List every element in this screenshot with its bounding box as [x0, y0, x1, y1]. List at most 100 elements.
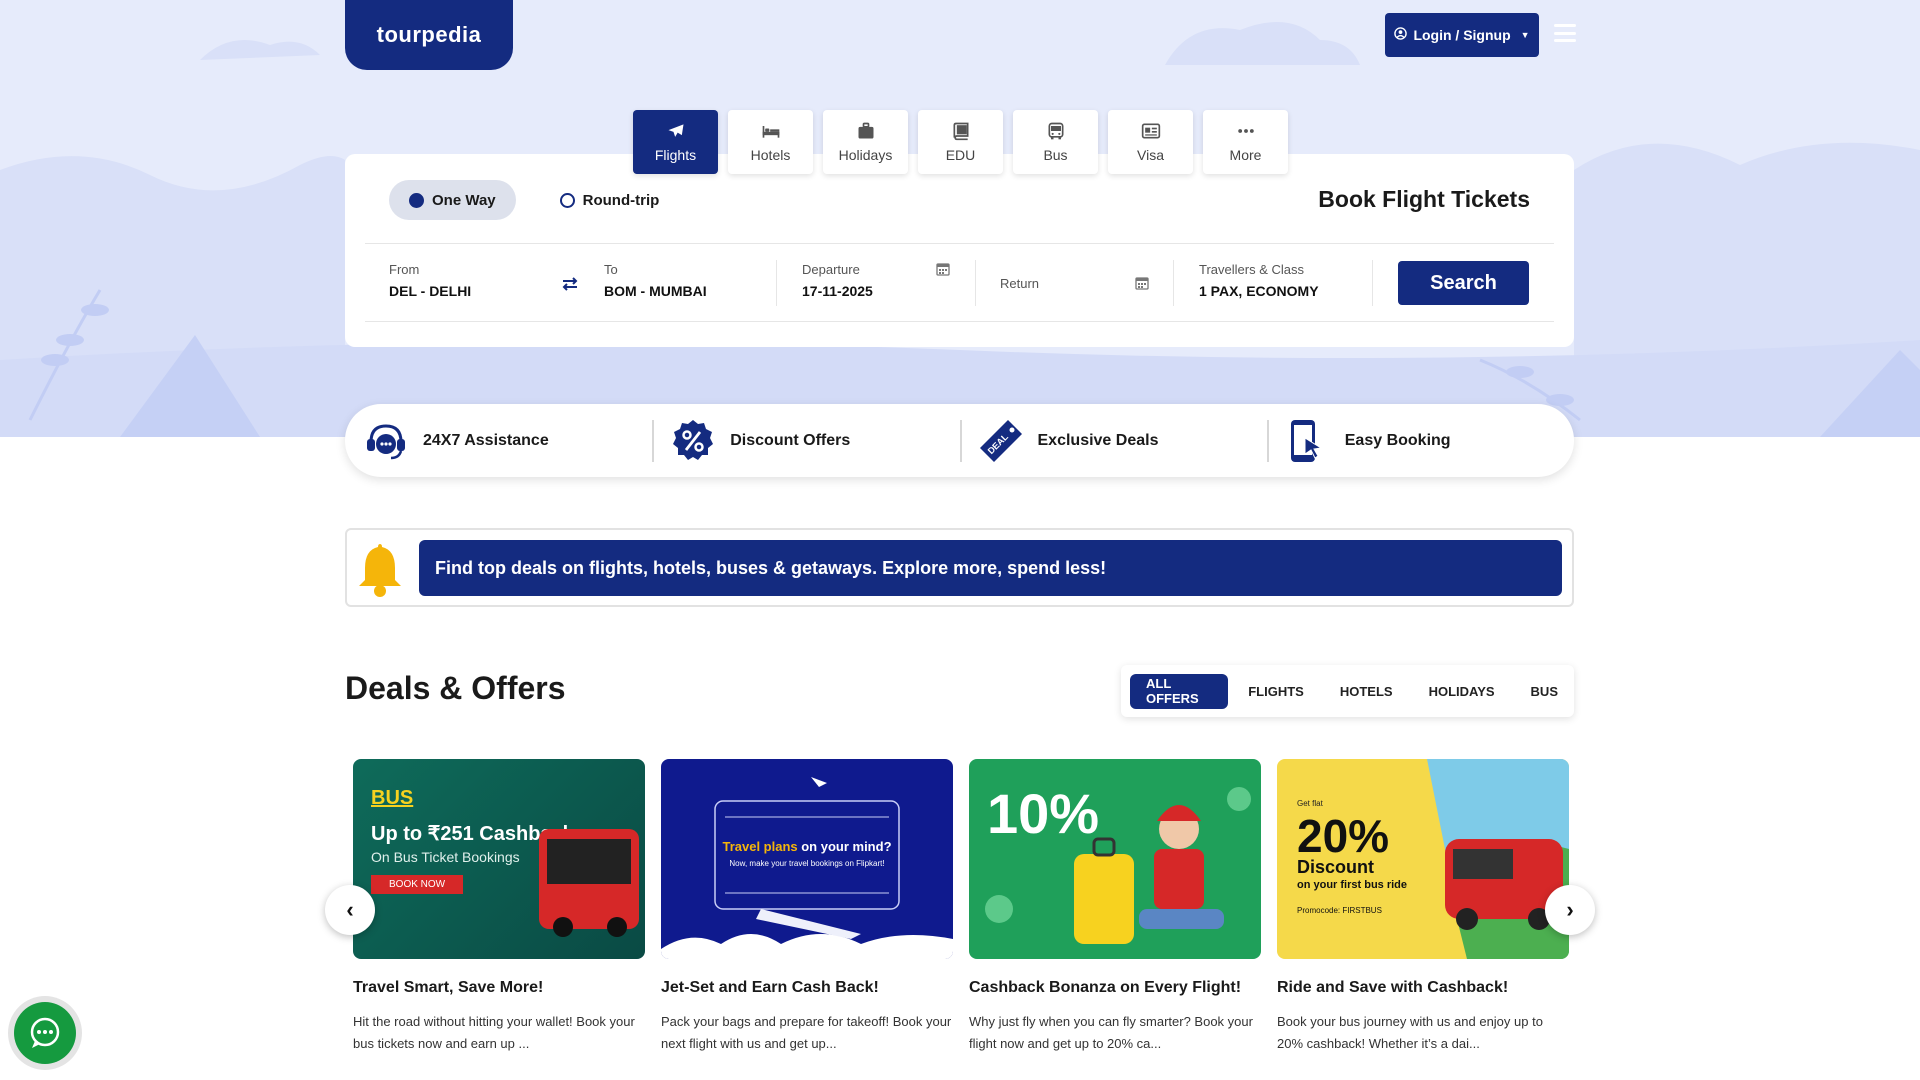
calendar-icon — [1135, 277, 1149, 290]
filter-hotels[interactable]: HOTELS — [1324, 674, 1409, 709]
deal-title: Ride and Save with Cashback! — [1277, 979, 1509, 996]
id-card-icon — [1141, 123, 1160, 139]
tab-visa[interactable]: Visa — [1108, 110, 1193, 174]
deal-banner-bus-cashback: BUS Up to ₹251 Cashback On Bus Ticket Bo… — [353, 759, 645, 959]
deal-title: Travel Smart, Save More! — [353, 979, 544, 996]
field-separator — [1372, 260, 1373, 306]
feature-easy-booking: Easy Booking — [1266, 404, 1574, 477]
bell-icon — [359, 544, 401, 597]
book-icon — [953, 122, 968, 141]
filter-holidays[interactable]: HOLIDAYS — [1413, 674, 1511, 709]
tab-hotels[interactable]: Hotels — [728, 110, 813, 174]
tab-label: More — [1229, 147, 1262, 163]
field-separator — [975, 260, 976, 306]
features-strip: 24X7 Assistance Discount Offers DEAL Exc… — [345, 404, 1574, 477]
tab-holidays[interactable]: Holidays — [823, 110, 908, 174]
trip-label: Round-trip — [582, 191, 660, 209]
tab-label: EDU — [945, 147, 976, 163]
chat-support-button[interactable] — [8, 996, 82, 1070]
feature-discount: Discount Offers — [652, 404, 959, 477]
from-label: From — [389, 262, 420, 277]
deal-filters: ALL OFFERS FLIGHTS HOTELS HOLIDAYS BUS — [1121, 665, 1574, 717]
more-dots-icon — [1237, 129, 1254, 133]
discount-badge-icon — [673, 419, 714, 460]
tab-more[interactable]: More — [1203, 110, 1288, 174]
deal-description: Pack your bags and prepare for takeoff! … — [661, 1014, 952, 1051]
deal-card[interactable]: Get flat 20% Discount on your first bus … — [1277, 759, 1569, 1055]
from-field[interactable]: From DEL - DELHI — [389, 254, 549, 310]
tab-label: Visa — [1137, 147, 1164, 163]
red-bus-icon — [539, 829, 639, 937]
phone-tap-icon — [1290, 419, 1323, 462]
traveller-luggage-graphic — [985, 787, 1251, 944]
deal-description: Why just fly when you can fly smarter? B… — [969, 1014, 1253, 1051]
departure-label: Departure — [802, 262, 860, 277]
banner-sub: on your first bus ride — [1297, 879, 1408, 891]
one-way-radio[interactable]: One Way — [389, 180, 516, 220]
feature-label: 24X7 Assistance — [423, 431, 549, 449]
plane-icon — [668, 124, 683, 137]
deal-title: Jet-Set and Earn Cash Back! — [661, 979, 879, 996]
deal-description: Hit the road without hitting your wallet… — [353, 1014, 635, 1051]
banner-pre: Get flat — [1297, 799, 1323, 808]
feature-label: Easy Booking — [1344, 431, 1451, 449]
support-agent-icon — [367, 423, 405, 459]
to-field[interactable]: To BOM - MUMBAI — [604, 254, 774, 310]
flight-search-card: One Way Round-trip Book Flight Tickets F… — [345, 154, 1574, 347]
radio-checked-icon — [409, 192, 424, 208]
search-card-title: Book Flight Tickets — [1318, 186, 1530, 212]
round-trip-radio[interactable]: Round-trip — [540, 180, 680, 220]
banner-sub: On Bus Ticket Bookings — [371, 849, 520, 865]
hamburger-menu-icon[interactable] — [1554, 24, 1576, 42]
chat-bubble-icon — [30, 1017, 60, 1048]
travellers-label: Travellers & Class — [1199, 262, 1304, 277]
brand-logo[interactable]: tourpedia — [345, 0, 513, 70]
field-separator — [776, 260, 777, 306]
login-label: Login / Signup — [1413, 27, 1511, 43]
banner-headline-b: on your mind? — [797, 839, 892, 854]
deal-card[interactable]: BUS Up to ₹251 Cashback On Bus Ticket Bo… — [353, 759, 645, 1055]
deals-title: Deals & Offers — [345, 670, 566, 706]
filter-bus[interactable]: BUS — [1515, 674, 1574, 709]
filter-all-offers[interactable]: ALL OFFERS — [1130, 673, 1229, 709]
to-value: BOM - MUMBAI — [604, 283, 707, 299]
tab-label: Flights — [654, 147, 697, 163]
from-value: DEL - DELHI — [389, 283, 472, 299]
notice-text: Find top deals on flights, hotels, buses… — [419, 540, 1562, 596]
user-circle-icon — [1394, 27, 1408, 43]
deal-tag-icon: DEAL — [979, 419, 1022, 462]
tab-bus[interactable]: Bus — [1013, 110, 1098, 174]
deal-banner-flight-cashback: Travel plans on your mind? Now, make you… — [661, 759, 953, 959]
swap-arrows-icon[interactable] — [561, 276, 579, 292]
tab-edu[interactable]: EDU — [918, 110, 1003, 174]
return-field[interactable]: Return — [1000, 260, 1150, 316]
bus-icon — [1048, 122, 1063, 140]
deal-card[interactable]: Travel plans on your mind? Now, make you… — [661, 759, 953, 1055]
deal-banner-flight-10-percent: 10% — [969, 759, 1261, 959]
tab-flights[interactable]: Flights — [633, 110, 718, 174]
departure-field[interactable]: Departure 17-11-2025 — [802, 254, 952, 310]
carousel-prev-button[interactable]: ‹ — [325, 885, 375, 935]
search-button[interactable]: Search — [1398, 261, 1529, 305]
deals-carousel: BUS Up to ₹251 Cashback On Bus Ticket Bo… — [353, 759, 1569, 1055]
deal-card[interactable]: 10% Cashback Bonanza on Every Flight! Wh… — [969, 759, 1261, 1055]
feature-assistance: 24X7 Assistance — [345, 404, 652, 477]
banner-headline-a: Travel plans — [722, 839, 798, 854]
return-label: Return — [1000, 276, 1040, 291]
banner-cta: BOOK NOW — [371, 875, 464, 894]
filter-flights[interactable]: FLIGHTS — [1232, 674, 1320, 709]
promo-notice: Find top deals on flights, hotels, buses… — [345, 528, 1574, 607]
to-label: To — [604, 262, 618, 277]
chevron-left-icon: ‹ — [346, 897, 354, 922]
feature-label: Discount Offers — [730, 431, 851, 449]
service-tabs: Flights Hotels Holidays EDU Bus Visa Mor… — [633, 110, 1288, 174]
banner-mid: Discount — [1297, 857, 1375, 877]
carousel-next-button[interactable]: › — [1545, 885, 1595, 935]
caret-down-icon: ▼ — [1520, 30, 1530, 40]
login-signup-button[interactable]: Login / Signup ▼ — [1385, 13, 1539, 57]
radio-unchecked-icon — [559, 192, 575, 208]
banner-tag: BUS — [371, 787, 414, 809]
trip-label: One Way — [432, 191, 496, 209]
feature-exclusive-deals: DEAL Exclusive Deals — [959, 404, 1267, 477]
travellers-class-field[interactable]: Travellers & Class 1 PAX, ECONOMY — [1199, 254, 1379, 310]
